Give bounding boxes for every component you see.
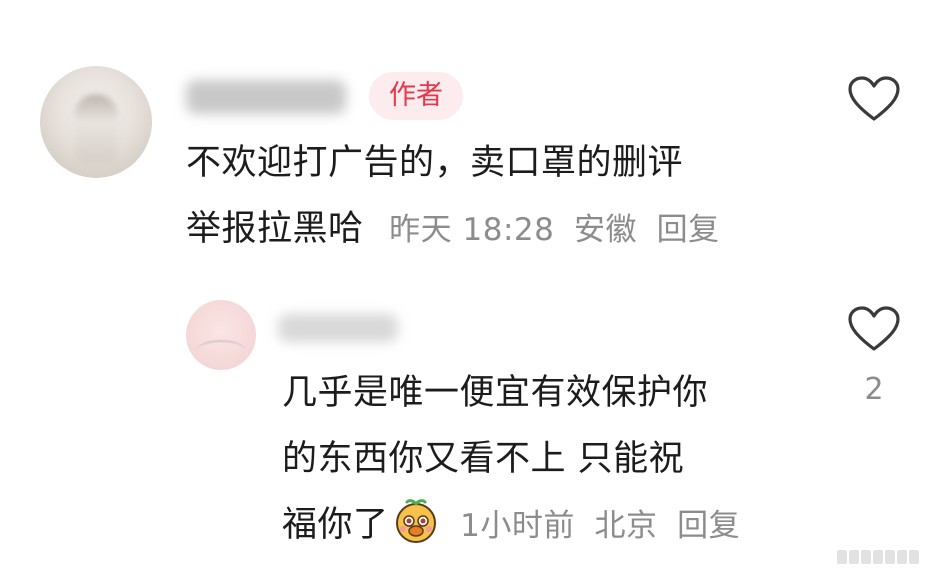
watermark: [837, 547, 919, 567]
comment-time: 昨天 18:28: [389, 212, 555, 248]
comment-text-line: 不欢迎打广告的，卖口罩的删评: [186, 143, 684, 183]
avatar-figure: [74, 94, 118, 164]
reply-text-line: 的东西你又看不上 只能祝: [282, 439, 685, 479]
reply-text-line: 几乎是唯一便宜有效保护你: [282, 373, 709, 413]
reply-text-row: 福你了 1小时前 北京 回复: [282, 492, 740, 559]
comment-text-row: 举报拉黑哈 昨天 18:28 安徽 回复: [186, 196, 720, 263]
reply-location: 北京: [594, 508, 658, 544]
commenter-name-blurred[interactable]: [186, 80, 346, 114]
reply-text-line: 福你了: [282, 505, 389, 545]
author-badge: 作者: [369, 72, 463, 120]
smiling-face-emoji-icon: [395, 499, 436, 543]
heart-outline-icon[interactable]: [848, 306, 900, 352]
reply-button[interactable]: 回复: [657, 212, 720, 248]
avatar-face: [196, 340, 246, 362]
like-count: 2: [864, 372, 884, 407]
comment-location: 安徽: [574, 212, 637, 248]
heart-outline-icon[interactable]: [848, 76, 900, 122]
reply-button[interactable]: 回复: [677, 508, 740, 544]
replier-name-blurred[interactable]: [278, 314, 398, 342]
replier-avatar[interactable]: [186, 300, 256, 370]
reply-time: 1小时前: [460, 508, 575, 544]
comment-text-line: 举报拉黑哈: [186, 209, 364, 249]
commenter-avatar[interactable]: [40, 66, 152, 178]
